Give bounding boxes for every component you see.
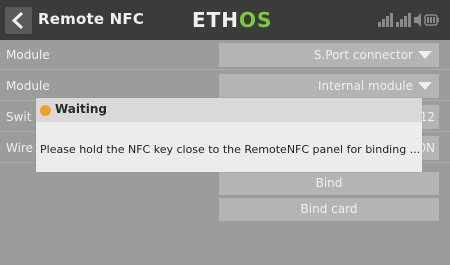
status-icons [378, 12, 440, 32]
row-label: Wire [6, 141, 33, 155]
waiting-dialog: Waiting Please hold the NFC key close to… [36, 98, 422, 172]
top-bar: Remote NFC ETHOS [0, 0, 450, 40]
ethos-logo: ETHOS [192, 8, 273, 32]
rssi-icon [378, 13, 393, 27]
back-arrow-icon [11, 12, 24, 29]
settings-row-module-type: Module Internal module [0, 71, 450, 101]
telemetry-signal-icon [396, 13, 411, 27]
module-port-dropdown[interactable]: S.Port connector [219, 43, 439, 67]
volume-icon [414, 13, 421, 27]
dropdown-caret-icon [418, 51, 432, 59]
module-type-dropdown[interactable]: Internal module [219, 74, 439, 98]
dialog-header: Waiting [36, 98, 422, 122]
bind-card-button-label: Bind card [300, 202, 358, 216]
dropdown-value: S.Port connector [313, 48, 413, 62]
back-button[interactable] [5, 7, 32, 34]
dropdown-value: Internal module [317, 79, 413, 93]
page-title: Remote NFC [38, 10, 145, 28]
row-label: Module [6, 48, 50, 62]
bind-button[interactable]: Bind [219, 172, 439, 195]
warning-icon [40, 105, 51, 116]
dialog-message: Please hold the NFC key close to the Rem… [40, 143, 421, 156]
bind-card-button[interactable]: Bind card [219, 198, 439, 221]
dropdown-caret-icon [418, 82, 432, 90]
battery-icon [424, 14, 439, 26]
row-label: Module [6, 79, 50, 93]
bind-button-label: Bind [315, 176, 343, 190]
dialog-title: Waiting [55, 102, 108, 116]
row-label: Swit [6, 110, 32, 124]
settings-row-module-port: Module S.Port connector [0, 40, 450, 70]
